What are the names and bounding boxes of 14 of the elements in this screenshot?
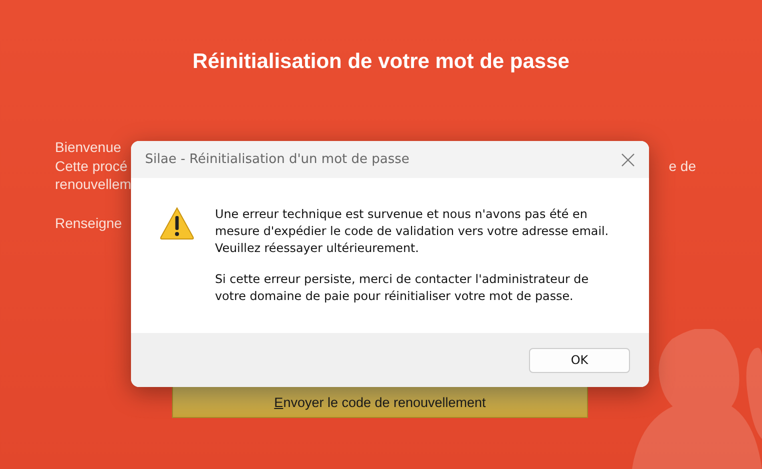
intro-text: Cette procé	[55, 156, 128, 175]
dialog-title: Silae - Réinitialisation d'un mot de passe	[145, 152, 410, 167]
error-message: Une erreur technique est survenue et nous n'avons pas été en mesure d'expédier le code de validation vers votre adresse email. Veuillez réessayer ultérieurement.	[215, 206, 610, 257]
warning-icon	[159, 206, 195, 240]
intro-text: e de	[668, 156, 696, 175]
close-button[interactable]	[619, 150, 637, 168]
error-message: Si cette erreur persiste, merci de contacter l'administrateur de votre domaine de paie pour réinitialiser votre mot de passe.	[215, 271, 590, 305]
close-icon	[621, 152, 635, 166]
send-code-button[interactable]: Envoyer le code de renouvellement	[172, 386, 588, 418]
intro-text: renouvellem	[55, 175, 132, 194]
page-title: Réinitialisation de votre mot de passe	[192, 49, 570, 74]
intro-text: Bienvenue	[55, 138, 122, 156]
instruction-text: Renseigne	[55, 214, 123, 232]
ok-button[interactable]: OK	[529, 348, 630, 372]
